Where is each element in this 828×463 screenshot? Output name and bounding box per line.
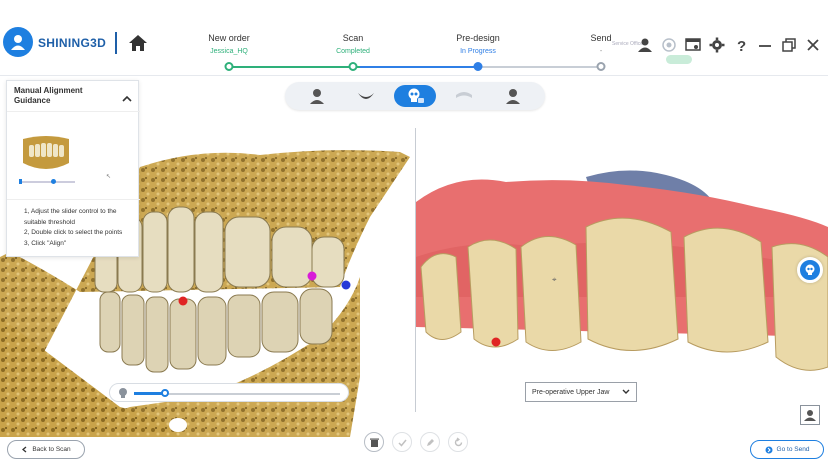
- back-to-scan-button[interactable]: Back to Scan: [7, 440, 85, 459]
- step-send-label[interactable]: Send: [590, 33, 611, 43]
- step-pre-design-dot[interactable]: [473, 62, 483, 71]
- step-pre-design-label[interactable]: Pre-design: [456, 33, 500, 43]
- guidance-slider-start: [19, 179, 22, 184]
- edit-icon: [426, 438, 434, 446]
- view-cbct-button[interactable]: [393, 85, 436, 107]
- step-new-order-label[interactable]: New order: [208, 33, 250, 43]
- arrow-right-icon: [765, 446, 773, 453]
- guidance-title: Manual Alignment Guidance: [14, 86, 83, 105]
- brand-logo-icon: [3, 27, 33, 57]
- gear-icon[interactable]: [708, 36, 726, 54]
- view-patient-button[interactable]: [492, 85, 534, 107]
- step-new-order-dot[interactable]: [224, 62, 234, 71]
- patient-avatar-button[interactable]: [800, 405, 820, 425]
- skull-icon: [119, 388, 127, 398]
- patient-icon: [505, 89, 520, 104]
- guidance-slider-knob: [51, 179, 56, 184]
- jaw-select-dropdown[interactable]: Pre-operative Upper Jaw: [525, 382, 637, 402]
- screen-icon[interactable]: [684, 36, 702, 54]
- face-scan-icon: [310, 89, 325, 104]
- go-to-send-label: Go to Send: [776, 446, 810, 453]
- manual-alignment-guidance-panel: Manual Alignment Guidance ↖ 1, Adjust th…: [6, 80, 140, 257]
- threshold-slider[interactable]: [109, 383, 349, 402]
- dental-arch-icon: [455, 92, 472, 98]
- user-icon: [804, 410, 816, 421]
- skull-icon: [408, 88, 424, 103]
- back-to-scan-label: Back to Scan: [32, 446, 71, 453]
- threshold-knob[interactable]: [160, 389, 169, 397]
- crosshair-icon[interactable]: [660, 36, 678, 54]
- guidance-divider: [7, 111, 140, 112]
- step-new-order-status: Jessica_HQ: [210, 48, 248, 55]
- view-mode-toolbar: [285, 82, 545, 110]
- check-icon: [397, 439, 407, 447]
- close-icon[interactable]: [804, 36, 822, 54]
- svg-text:⌖: ⌖: [552, 275, 557, 284]
- window-controls: ?: [636, 36, 822, 54]
- help-icon[interactable]: ?: [732, 36, 750, 54]
- view-arch-button[interactable]: [443, 85, 485, 107]
- cursor-icon: ↖: [106, 174, 112, 180]
- edit-button[interactable]: [420, 432, 440, 452]
- cbct-marker-badge[interactable]: [797, 257, 823, 283]
- top-header: SHINING3D New order Jessica_HQ Scan Comp…: [0, 0, 828, 76]
- workflow-progress: New order Jessica_HQ Scan Completed Pre-…: [160, 0, 620, 76]
- view-face-button[interactable]: [296, 85, 338, 107]
- guidance-step-2: 2, Double click to select the points: [24, 229, 123, 236]
- user-icon[interactable]: [636, 36, 654, 54]
- guidance-step-1: 1, Adjust the slider control to the suit…: [24, 208, 117, 226]
- step-scan-dot[interactable]: [348, 62, 358, 71]
- guidance-slider-track: [19, 181, 75, 183]
- reset-button[interactable]: [448, 432, 468, 452]
- brand-divider: [115, 32, 117, 54]
- go-to-send-button[interactable]: Go to Send: [750, 440, 824, 459]
- trash-icon: [369, 438, 379, 447]
- progress-line-todo: [478, 66, 600, 68]
- guidance-divider-2: [7, 199, 140, 200]
- guidance-steps: 1, Adjust the slider control to the suit…: [24, 207, 139, 249]
- view-jaw-button[interactable]: [345, 85, 387, 107]
- jaw-select-value: Pre-operative Upper Jaw: [532, 388, 610, 396]
- skull-icon: [805, 264, 815, 275]
- step-pre-design-status: In Progress: [460, 48, 496, 55]
- confirm-button[interactable]: [392, 432, 412, 452]
- step-scan-status: Completed: [336, 48, 370, 55]
- progress-line-current: [360, 66, 478, 68]
- status-pill: [666, 55, 692, 64]
- minimize-icon[interactable]: [756, 36, 774, 54]
- jaw-icon: [358, 93, 375, 99]
- step-send-dot[interactable]: [596, 62, 606, 71]
- step-send-status: -: [599, 48, 603, 55]
- reset-icon: [454, 437, 462, 446]
- chevron-up-icon[interactable]: [122, 90, 132, 102]
- guidance-step-3: 3, Click "Align": [24, 239, 67, 247]
- home-icon[interactable]: [128, 34, 148, 52]
- svg-text:?: ?: [737, 38, 746, 53]
- brand-name: SHINING3D: [38, 36, 107, 50]
- restore-icon[interactable]: [780, 36, 798, 54]
- chevron-left-icon: [22, 446, 27, 453]
- guidance-thumbnail-image: [23, 136, 69, 169]
- delete-button[interactable]: [364, 432, 384, 452]
- step-scan-label[interactable]: Scan: [343, 33, 364, 43]
- alignment-actions: [364, 432, 468, 452]
- chevron-down-icon: [622, 389, 630, 394]
